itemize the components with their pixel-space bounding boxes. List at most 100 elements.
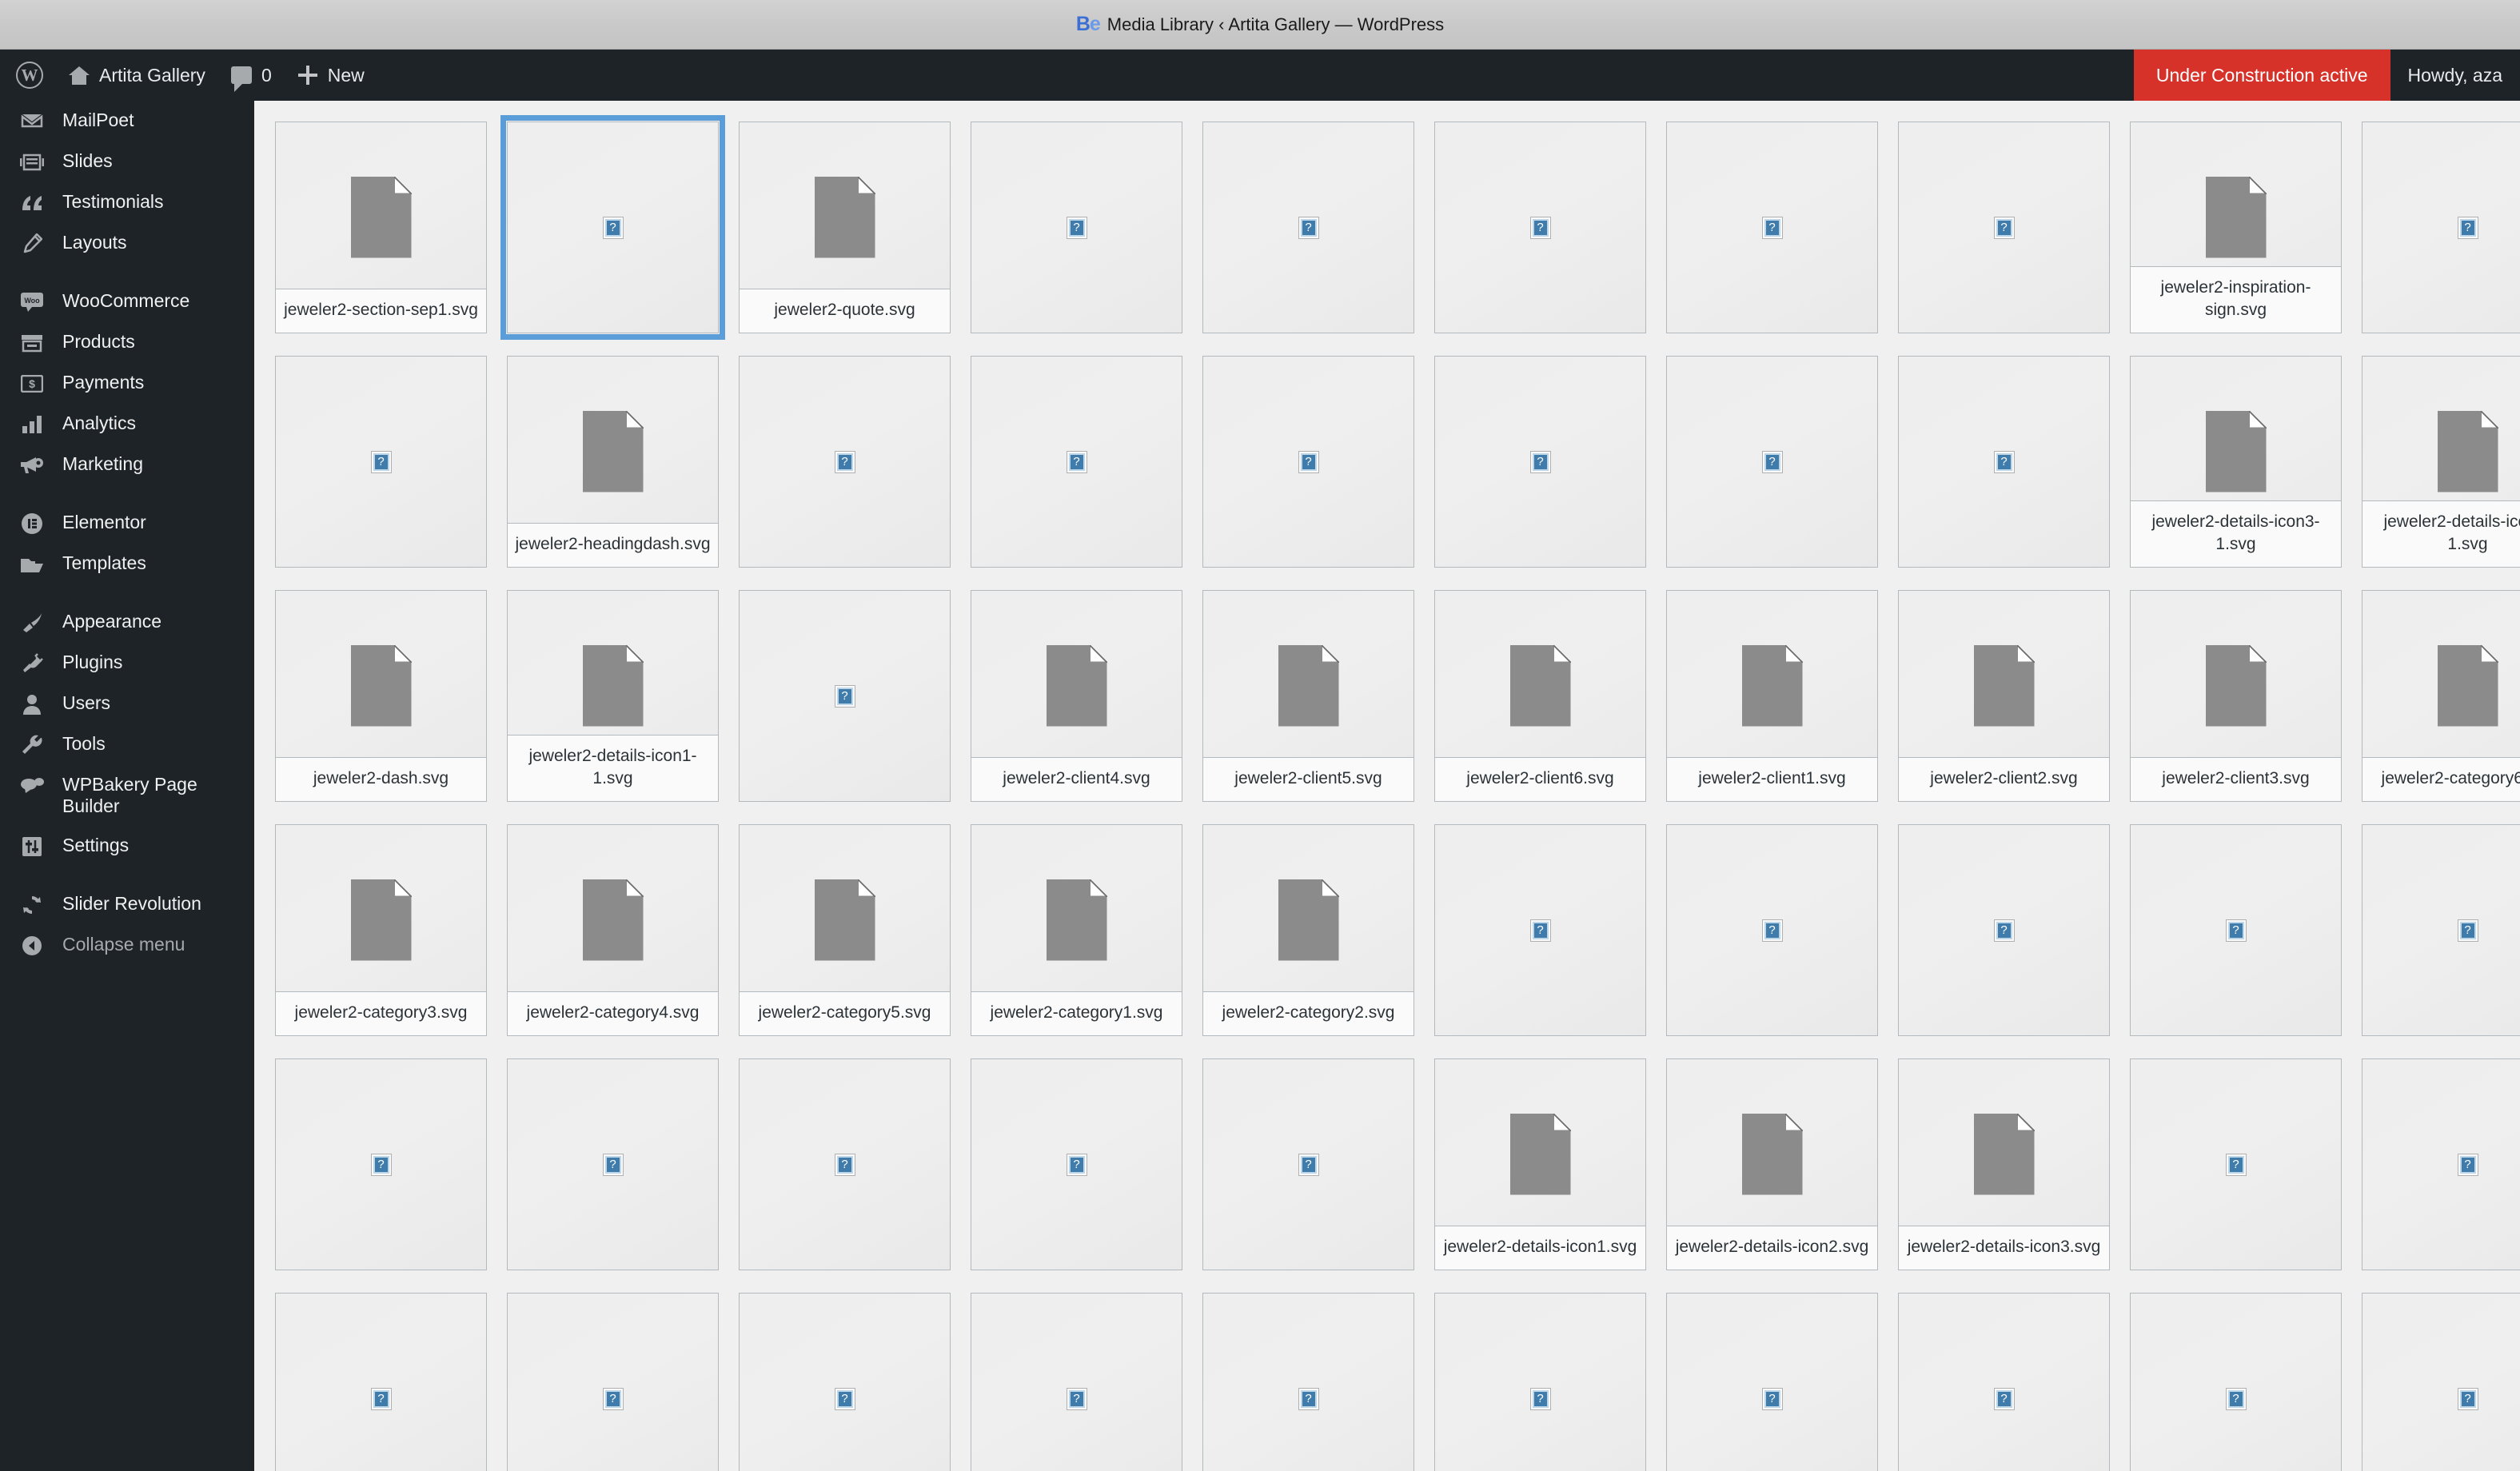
comments-menu[interactable]: 0	[218, 50, 285, 101]
media-item-selected[interactable]: ?	[500, 115, 725, 340]
media-item[interactable]: ?	[1666, 122, 1878, 333]
sidebar-item-templates[interactable]: Templates	[0, 544, 254, 584]
media-item[interactable]: jeweler2-details-icon1.svg	[1434, 1058, 1646, 1270]
svg-file-icon	[814, 879, 875, 961]
media-item[interactable]: jeweler2-inspiration-sign.svg	[2130, 122, 2342, 333]
media-item[interactable]: ?	[2362, 824, 2520, 1036]
sidebar-item-tools[interactable]: Tools	[0, 724, 254, 765]
media-item[interactable]: jeweler2-details-icon3-1.svg	[2130, 356, 2342, 568]
broken-image-icon: ?	[602, 1387, 624, 1410]
media-item[interactable]: jeweler2-details-icon2.svg	[1666, 1058, 1878, 1270]
media-item[interactable]: jeweler2-client4.svg	[971, 590, 1182, 802]
media-item[interactable]: ?	[2362, 1293, 2520, 1471]
media-item[interactable]: ?	[275, 1058, 487, 1270]
sidebar-item-marketing[interactable]: Marketing	[0, 444, 254, 485]
media-item[interactable]: ?	[275, 356, 487, 568]
media-item[interactable]: jeweler2-category1.svg	[971, 824, 1182, 1036]
sidebar-item-elementor[interactable]: Elementor	[0, 503, 254, 544]
broken-image-icon: ?	[370, 450, 392, 473]
media-item[interactable]: jeweler2-category5.svg	[739, 824, 951, 1036]
media-item[interactable]: jeweler2-client2.svg	[1898, 590, 2110, 802]
media-item[interactable]: ?	[739, 1293, 951, 1471]
new-content-menu[interactable]: New	[285, 50, 377, 101]
media-item[interactable]: jeweler2-client6.svg	[1434, 590, 1646, 802]
media-item[interactable]: jeweler2-client5.svg	[1202, 590, 1414, 802]
media-item[interactable]: ?	[1202, 356, 1414, 568]
media-item[interactable]: jeweler2-category4.svg	[507, 824, 719, 1036]
media-item[interactable]: ?	[1666, 356, 1878, 568]
media-item[interactable]: ?	[1434, 122, 1646, 333]
media-item[interactable]: ?	[1202, 1293, 1414, 1471]
sidebar-item-settings[interactable]: Settings	[0, 826, 254, 867]
media-item[interactable]: ?	[1434, 1293, 1646, 1471]
media-item[interactable]: jeweler2-client3.svg	[2130, 590, 2342, 802]
sidebar-item-collapse-menu[interactable]: Collapse menu	[0, 925, 254, 966]
media-item[interactable]: jeweler2-section-sep1.svg	[275, 122, 487, 333]
sidebar-item-plugins[interactable]: Plugins	[0, 643, 254, 684]
sidebar-item-testimonials[interactable]: Testimonials	[0, 182, 254, 223]
media-item[interactable]: ?	[1898, 122, 2110, 333]
sidebar-item-label: Layouts	[62, 232, 127, 253]
wpbakery-icon	[18, 775, 46, 797]
under-construction-notice[interactable]: Under Construction active	[2133, 50, 2390, 101]
admin-sidebar-menu: MailPoet Slides Testimonials Layouts Woo WooC…	[0, 50, 254, 1471]
woo-icon: Woo	[18, 291, 46, 313]
sidebar-item-mailpoet[interactable]: MailPoet	[0, 101, 254, 142]
media-item[interactable]: ?	[275, 1293, 487, 1471]
media-item[interactable]: ?	[2362, 122, 2520, 333]
media-item[interactable]: jeweler2-details-icon1-1.svg	[507, 590, 719, 802]
howdy-account-menu[interactable]: Howdy, aza	[2390, 50, 2520, 101]
media-item[interactable]: ?	[507, 1058, 719, 1270]
sidebar-item-products[interactable]: Products	[0, 322, 254, 363]
sidebar-item-label: WPBakery Page Builder	[62, 774, 197, 816]
sidebar-item-appearance[interactable]: Appearance	[0, 602, 254, 643]
sidebar-item-label: Templates	[62, 552, 146, 573]
media-item[interactable]: ?	[971, 1293, 1182, 1471]
media-item[interactable]: ?	[971, 122, 1182, 333]
media-thumbnail: ?	[739, 1058, 951, 1270]
media-item[interactable]: jeweler2-category2.svg	[1202, 824, 1414, 1036]
media-thumbnail: ?	[275, 356, 487, 568]
sidebar-item-slider-revolution[interactable]: Slider Revolution	[0, 884, 254, 925]
media-item[interactable]: ?	[507, 1293, 719, 1471]
media-item[interactable]: jeweler2-headingdash.svg	[507, 356, 719, 568]
sidebar-item-slides[interactable]: Slides	[0, 142, 254, 182]
media-item[interactable]: ?	[1434, 824, 1646, 1036]
sidebar-item-wpbakery-page-builder[interactable]: WPBakery Page Builder	[0, 765, 254, 826]
media-thumbnail: ?	[739, 356, 951, 568]
sidebar-item-woocommerce[interactable]: Woo WooCommerce	[0, 281, 254, 322]
sidebar-item-analytics[interactable]: Analytics	[0, 404, 254, 444]
media-item[interactable]: jeweler2-category3.svg	[275, 824, 487, 1036]
media-item[interactable]: jeweler2-details-icon3.svg	[1898, 1058, 2110, 1270]
media-item[interactable]: jeweler2-quote.svg	[739, 122, 951, 333]
media-item[interactable]: ?	[1202, 1058, 1414, 1270]
media-item[interactable]: ?	[739, 356, 951, 568]
sidebar-item-payments[interactable]: $ Payments	[0, 363, 254, 404]
media-item[interactable]: jeweler2-category6.svg	[2362, 590, 2520, 802]
media-item[interactable]: ?	[1898, 824, 2110, 1036]
media-item[interactable]: ?	[739, 590, 951, 802]
media-item[interactable]: ?	[1202, 122, 1414, 333]
media-item[interactable]: jeweler2-client1.svg	[1666, 590, 1878, 802]
media-item[interactable]: ?	[2130, 824, 2342, 1036]
media-item[interactable]: ?	[1898, 1293, 2110, 1471]
media-item[interactable]: jeweler2-dash.svg	[275, 590, 487, 802]
media-item[interactable]: ?	[1434, 356, 1646, 568]
media-item[interactable]: ?	[1666, 824, 1878, 1036]
media-item[interactable]: ?	[1898, 356, 2110, 568]
wp-logo-menu[interactable]	[0, 50, 56, 101]
media-item[interactable]: jeweler2-details-icon2-1.svg	[2362, 356, 2520, 568]
media-item[interactable]: ?	[971, 1058, 1182, 1270]
media-item[interactable]: ?	[2362, 1058, 2520, 1270]
svg-file-icon	[1741, 644, 1803, 727]
site-name-menu[interactable]: Artita Gallery	[56, 50, 218, 101]
media-item[interactable]: ?	[2130, 1058, 2342, 1270]
media-item[interactable]: ?	[2130, 1293, 2342, 1471]
sidebar-item-layouts[interactable]: Layouts	[0, 223, 254, 264]
media-item[interactable]: ?	[1666, 1293, 1878, 1471]
media-item[interactable]: ?	[739, 1058, 951, 1270]
sidebar-item-users[interactable]: Users	[0, 684, 254, 724]
comment-bubble-icon	[230, 66, 252, 92]
media-item[interactable]: ?	[971, 356, 1182, 568]
svg-file-icon	[582, 410, 644, 492]
